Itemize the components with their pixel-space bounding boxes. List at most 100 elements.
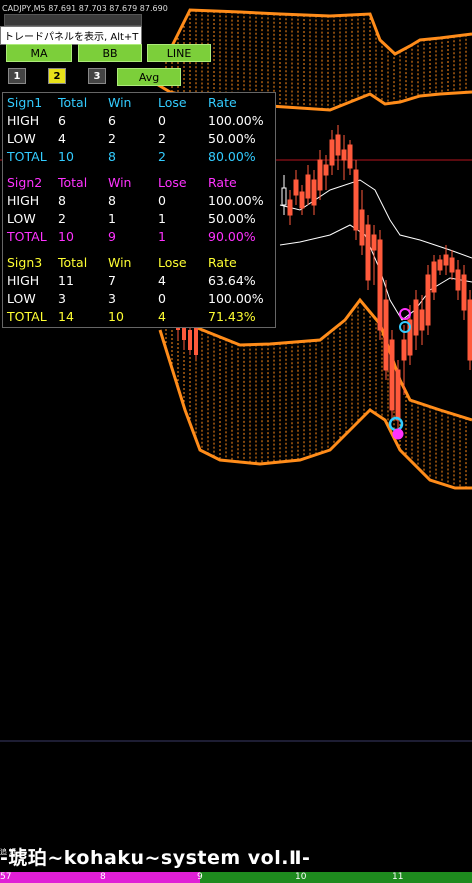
candle-body — [455, 269, 461, 291]
trade-panel-tooltip: トレードパネルを表示, Alt+T — [0, 26, 143, 45]
sign2-marker-low — [392, 428, 404, 440]
header-rate: Rate — [208, 95, 237, 110]
header-lose: Lose — [158, 255, 187, 270]
sign-3-toggle[interactable]: 3 — [88, 68, 106, 84]
header-rate: Rate — [208, 175, 237, 190]
row-win: 10 — [108, 309, 124, 324]
stats-panel: Sign1 Total Win Lose Rate HIGH 6 6 0 100… — [2, 92, 276, 328]
row-total: 2 — [58, 211, 66, 226]
row-win: 9 — [108, 229, 116, 244]
row-label: HIGH — [7, 193, 40, 208]
row-win: 1 — [108, 211, 116, 226]
row-win: 7 — [108, 273, 116, 288]
header-win: Win — [108, 255, 132, 270]
time-axis: 57 8 9 10 11 — [0, 872, 472, 883]
row-win: 3 — [108, 291, 116, 306]
header-total: Total — [58, 255, 88, 270]
candle-body — [389, 339, 395, 411]
row-rate: 80.00% — [208, 149, 256, 164]
row-lose: 4 — [158, 273, 166, 288]
header-lose: Lose — [158, 175, 187, 190]
ma-button[interactable]: MA — [6, 44, 72, 62]
brand-title: -琥珀~kohaku~system vol.Ⅱ- — [0, 847, 311, 869]
sign-1-toggle[interactable]: 1 — [8, 68, 26, 84]
row-total: 14 — [58, 309, 74, 324]
bb-button[interactable]: BB — [78, 44, 142, 62]
candle-body — [461, 274, 467, 311]
row-total: 3 — [58, 291, 66, 306]
panel-top-strip — [4, 14, 142, 26]
row-lose: 0 — [158, 113, 166, 128]
row-rate: 63.64% — [208, 273, 256, 288]
candle-body — [341, 149, 347, 161]
avg-button[interactable]: Avg — [117, 68, 181, 86]
symbol-info: CADJPY,M5 87.691 87.703 87.679 87.690 — [2, 4, 168, 13]
row-lose: 1 — [158, 211, 166, 226]
header-total: Total — [58, 175, 88, 190]
row-rate: 50.00% — [208, 131, 256, 146]
time-segment-green — [200, 872, 472, 883]
candle-body — [377, 239, 383, 331]
candle-body — [281, 187, 287, 206]
row-total: 10 — [58, 149, 74, 164]
row-rate: 100.00% — [208, 291, 264, 306]
time-label: 57 — [0, 872, 12, 882]
candle-body — [383, 299, 389, 371]
time-label: 10 — [295, 872, 307, 882]
header-lose: Lose — [158, 95, 187, 110]
candle-body — [395, 369, 401, 421]
candle-body — [335, 134, 341, 156]
candle-body — [305, 174, 311, 199]
row-lose: 2 — [158, 131, 166, 146]
candle-body — [323, 164, 329, 176]
row-total: 8 — [58, 193, 66, 208]
candle-body — [425, 274, 431, 326]
row-lose: 2 — [158, 149, 166, 164]
header-total: Total — [58, 95, 88, 110]
candle-body — [194, 325, 198, 355]
candle-body — [188, 330, 192, 350]
upper-outer-band-line — [163, 8, 472, 61]
row-win: 2 — [108, 131, 116, 146]
candle-body — [401, 339, 407, 361]
candle-body — [311, 179, 317, 206]
line-button[interactable]: LINE — [147, 44, 211, 62]
sign3-title: Sign3 — [7, 255, 43, 270]
candle-body — [437, 259, 443, 271]
row-label: HIGH — [7, 273, 40, 288]
row-label: TOTAL — [7, 149, 47, 164]
row-total: 10 — [58, 229, 74, 244]
candle-body — [299, 191, 305, 209]
candle-body — [371, 234, 377, 251]
candle-body — [467, 299, 472, 361]
row-rate: 100.00% — [208, 113, 264, 128]
candle-body — [293, 179, 299, 196]
header-win: Win — [108, 95, 132, 110]
candle-body — [419, 309, 425, 331]
time-label: 11 — [392, 872, 404, 882]
sign-2-toggle[interactable]: 2 — [48, 68, 66, 84]
candle-body — [443, 254, 449, 266]
candle-body — [359, 209, 365, 246]
candle-body — [287, 199, 293, 216]
time-label: 9 — [197, 872, 203, 882]
row-total: 4 — [58, 131, 66, 146]
row-rate: 71.43% — [208, 309, 256, 324]
candle-body — [317, 159, 323, 191]
candle-body — [449, 257, 455, 273]
sign1-title: Sign1 — [7, 95, 43, 110]
row-rate: 50.00% — [208, 211, 256, 226]
row-lose: 4 — [158, 309, 166, 324]
row-rate: 100.00% — [208, 193, 264, 208]
candle-body — [329, 139, 335, 166]
row-label: LOW — [7, 291, 36, 306]
row-win: 6 — [108, 113, 116, 128]
candle-body — [413, 299, 419, 336]
row-rate: 90.00% — [208, 229, 256, 244]
row-lose: 1 — [158, 229, 166, 244]
time-label: 8 — [100, 872, 106, 882]
sign2-title: Sign2 — [7, 175, 43, 190]
candle-body — [353, 169, 359, 231]
row-label: TOTAL — [7, 229, 47, 244]
header-win: Win — [108, 175, 132, 190]
